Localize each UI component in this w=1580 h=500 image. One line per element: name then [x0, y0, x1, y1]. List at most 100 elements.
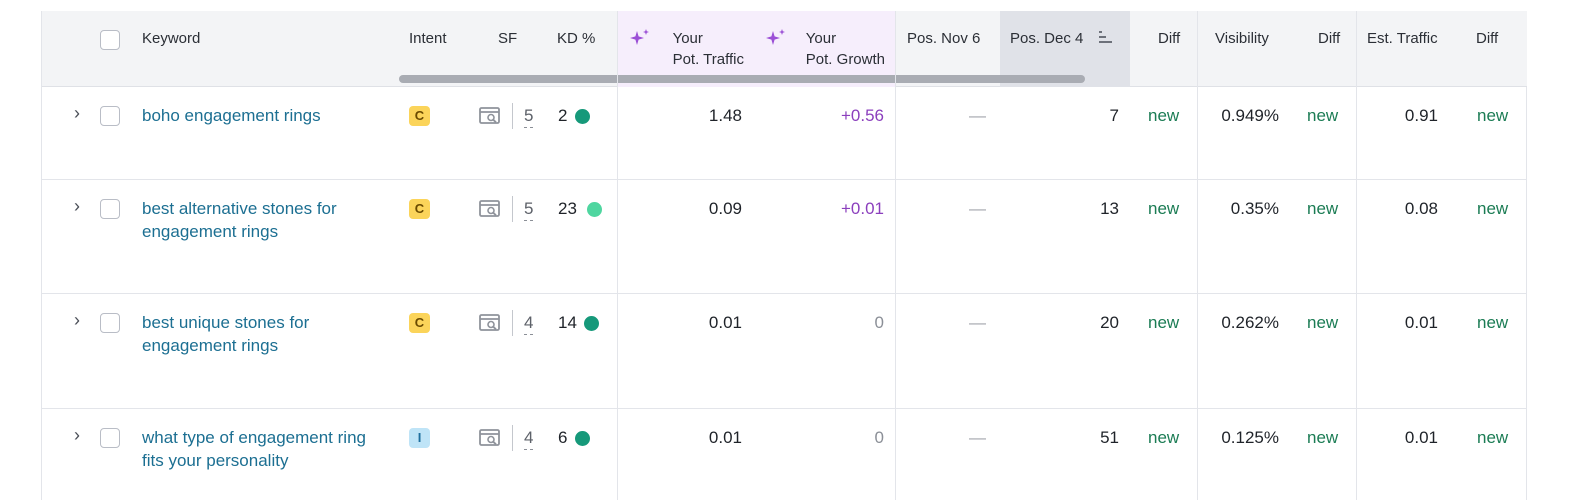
keyword-link[interactable]: boho engagement rings: [142, 104, 387, 127]
table-header: Keyword Intent SF KD % Your Pot. Traffic: [42, 11, 1527, 87]
sf-divider: [512, 310, 513, 336]
kd-difficulty-dot: [575, 109, 590, 124]
table-row: › best alternative stones for engagement…: [42, 180, 1527, 294]
pos-prev-value: —: [969, 106, 986, 125]
expand-chevron-icon[interactable]: ›: [74, 425, 80, 446]
diff-position-value: new: [1148, 106, 1180, 125]
sf-divider: [512, 103, 513, 129]
diff-visibility-value: new: [1307, 199, 1339, 218]
column-pot-traffic-label: Your Pot. Traffic: [673, 28, 744, 70]
kd-difficulty-dot: [575, 431, 590, 446]
sf-count[interactable]: 4: [524, 426, 534, 450]
column-keyword[interactable]: Keyword: [132, 11, 392, 87]
select-all-checkbox[interactable]: [100, 30, 120, 50]
diff-position-value: new: [1148, 428, 1180, 447]
pos-curr-value: 20: [1100, 313, 1119, 332]
est-traffic-value: 0.01: [1404, 428, 1438, 447]
sf-count[interactable]: 4: [524, 311, 534, 335]
table-row: › best unique stones for engagement ring…: [42, 294, 1527, 409]
horizontal-scrollbar[interactable]: [399, 75, 1085, 83]
sf-count[interactable]: 5: [524, 104, 534, 128]
ai-sparkle-icon: [630, 29, 649, 45]
column-intent-label: Intent: [409, 30, 447, 47]
column-keyword-label: Keyword: [142, 30, 201, 47]
intent-badge: I: [409, 428, 430, 448]
table-row: › boho engagement rings C 5 2 1.48 +0.56…: [42, 87, 1527, 180]
diff-visibility-value: new: [1307, 106, 1339, 125]
pos-curr-value: 7: [1109, 106, 1119, 125]
row-checkbox[interactable]: [100, 199, 120, 219]
sort-ascending-icon[interactable]: [1098, 29, 1114, 45]
intent-badge: C: [409, 199, 430, 219]
visibility-value: 0.262%: [1221, 313, 1279, 332]
kd-value: 23: [558, 199, 577, 218]
kd-value: 6: [558, 428, 568, 447]
pos-curr-value: 51: [1100, 428, 1119, 447]
pot-growth-label-line2: Pot. Growth: [805, 51, 885, 68]
kd-value: 2: [558, 106, 568, 125]
table-row: › what type of engagement ring fits your…: [42, 409, 1527, 500]
column-visibility[interactable]: Visibility: [1198, 11, 1298, 87]
pos-prev-value: —: [969, 428, 986, 447]
est-traffic-value: 0.91: [1404, 106, 1438, 125]
visibility-value: 0.949%: [1221, 106, 1279, 125]
column-visibility-label: Visibility: [1215, 30, 1269, 47]
diff-visibility-value: new: [1307, 313, 1339, 332]
serp-features-icon[interactable]: [479, 428, 501, 448]
serp-features-icon[interactable]: [479, 313, 501, 333]
pos-prev-value: —: [969, 199, 986, 218]
column-kd-label: KD %: [557, 30, 596, 47]
visibility-value: 0.35%: [1230, 199, 1279, 218]
row-checkbox[interactable]: [100, 313, 120, 333]
diff-visibility-value: new: [1307, 428, 1339, 447]
column-diff-visibility[interactable]: Diff: [1298, 11, 1356, 87]
column-pos-prev-label: Pos. Nov 6: [907, 30, 981, 47]
est-traffic-value: 0.08: [1404, 199, 1438, 218]
keyword-link[interactable]: best unique stones for engagement rings: [142, 311, 372, 357]
pot-growth-value: 0: [874, 313, 884, 332]
kd-difficulty-dot: [587, 202, 602, 217]
visibility-value: 0.125%: [1221, 428, 1279, 447]
pot-traffic-label-line1: Your: [672, 30, 703, 47]
expand-chevron-icon[interactable]: ›: [74, 103, 80, 124]
serp-features-icon[interactable]: [479, 106, 501, 126]
pot-traffic-value: 0.01: [708, 428, 742, 447]
intent-badge: C: [409, 313, 430, 333]
sf-divider: [512, 425, 513, 451]
intent-badge: C: [409, 106, 430, 126]
column-est-traffic-label: Est. Traffic: [1367, 30, 1438, 47]
ai-sparkle-icon: [766, 29, 785, 45]
column-est-traffic[interactable]: Est. Traffic: [1357, 11, 1467, 87]
serp-features-icon[interactable]: [479, 199, 501, 219]
column-diff-label: Diff: [1318, 30, 1341, 47]
expand-chevron-icon[interactable]: ›: [74, 196, 80, 217]
pot-traffic-value: 0.01: [708, 313, 742, 332]
est-traffic-value: 0.01: [1404, 313, 1438, 332]
column-diff-label: Diff: [1476, 30, 1499, 47]
column-diff-traffic[interactable]: Diff: [1467, 11, 1527, 87]
diff-traffic-value: new: [1477, 428, 1509, 447]
diff-traffic-value: new: [1477, 106, 1509, 125]
pos-prev-value: —: [969, 313, 986, 332]
column-pos-curr-label: Pos. Dec 4: [1010, 30, 1084, 47]
row-checkbox[interactable]: [100, 428, 120, 448]
pot-growth-value: 0: [874, 428, 884, 447]
column-diff-position[interactable]: Diff: [1130, 11, 1197, 87]
row-checkbox[interactable]: [100, 106, 120, 126]
keyword-link[interactable]: what type of engagement ring fits your p…: [142, 426, 387, 472]
diff-position-value: new: [1148, 313, 1180, 332]
pot-traffic-label-line2: Pot. Traffic: [672, 51, 744, 68]
pot-traffic-value: 1.48: [708, 106, 742, 125]
pot-traffic-value: 0.09: [708, 199, 742, 218]
diff-position-value: new: [1148, 199, 1180, 218]
pot-growth-label-line1: Your: [805, 30, 837, 47]
column-diff-label: Diff: [1158, 30, 1181, 47]
keyword-link[interactable]: best alternative stones for engagement r…: [142, 197, 387, 243]
pot-growth-value: +0.01: [840, 199, 884, 218]
expand-chevron-icon[interactable]: ›: [74, 310, 80, 331]
diff-traffic-value: new: [1477, 313, 1509, 332]
pot-growth-value: +0.56: [840, 106, 884, 125]
sf-count[interactable]: 5: [524, 197, 534, 221]
kd-value: 14: [558, 313, 577, 332]
sf-divider: [512, 196, 513, 222]
